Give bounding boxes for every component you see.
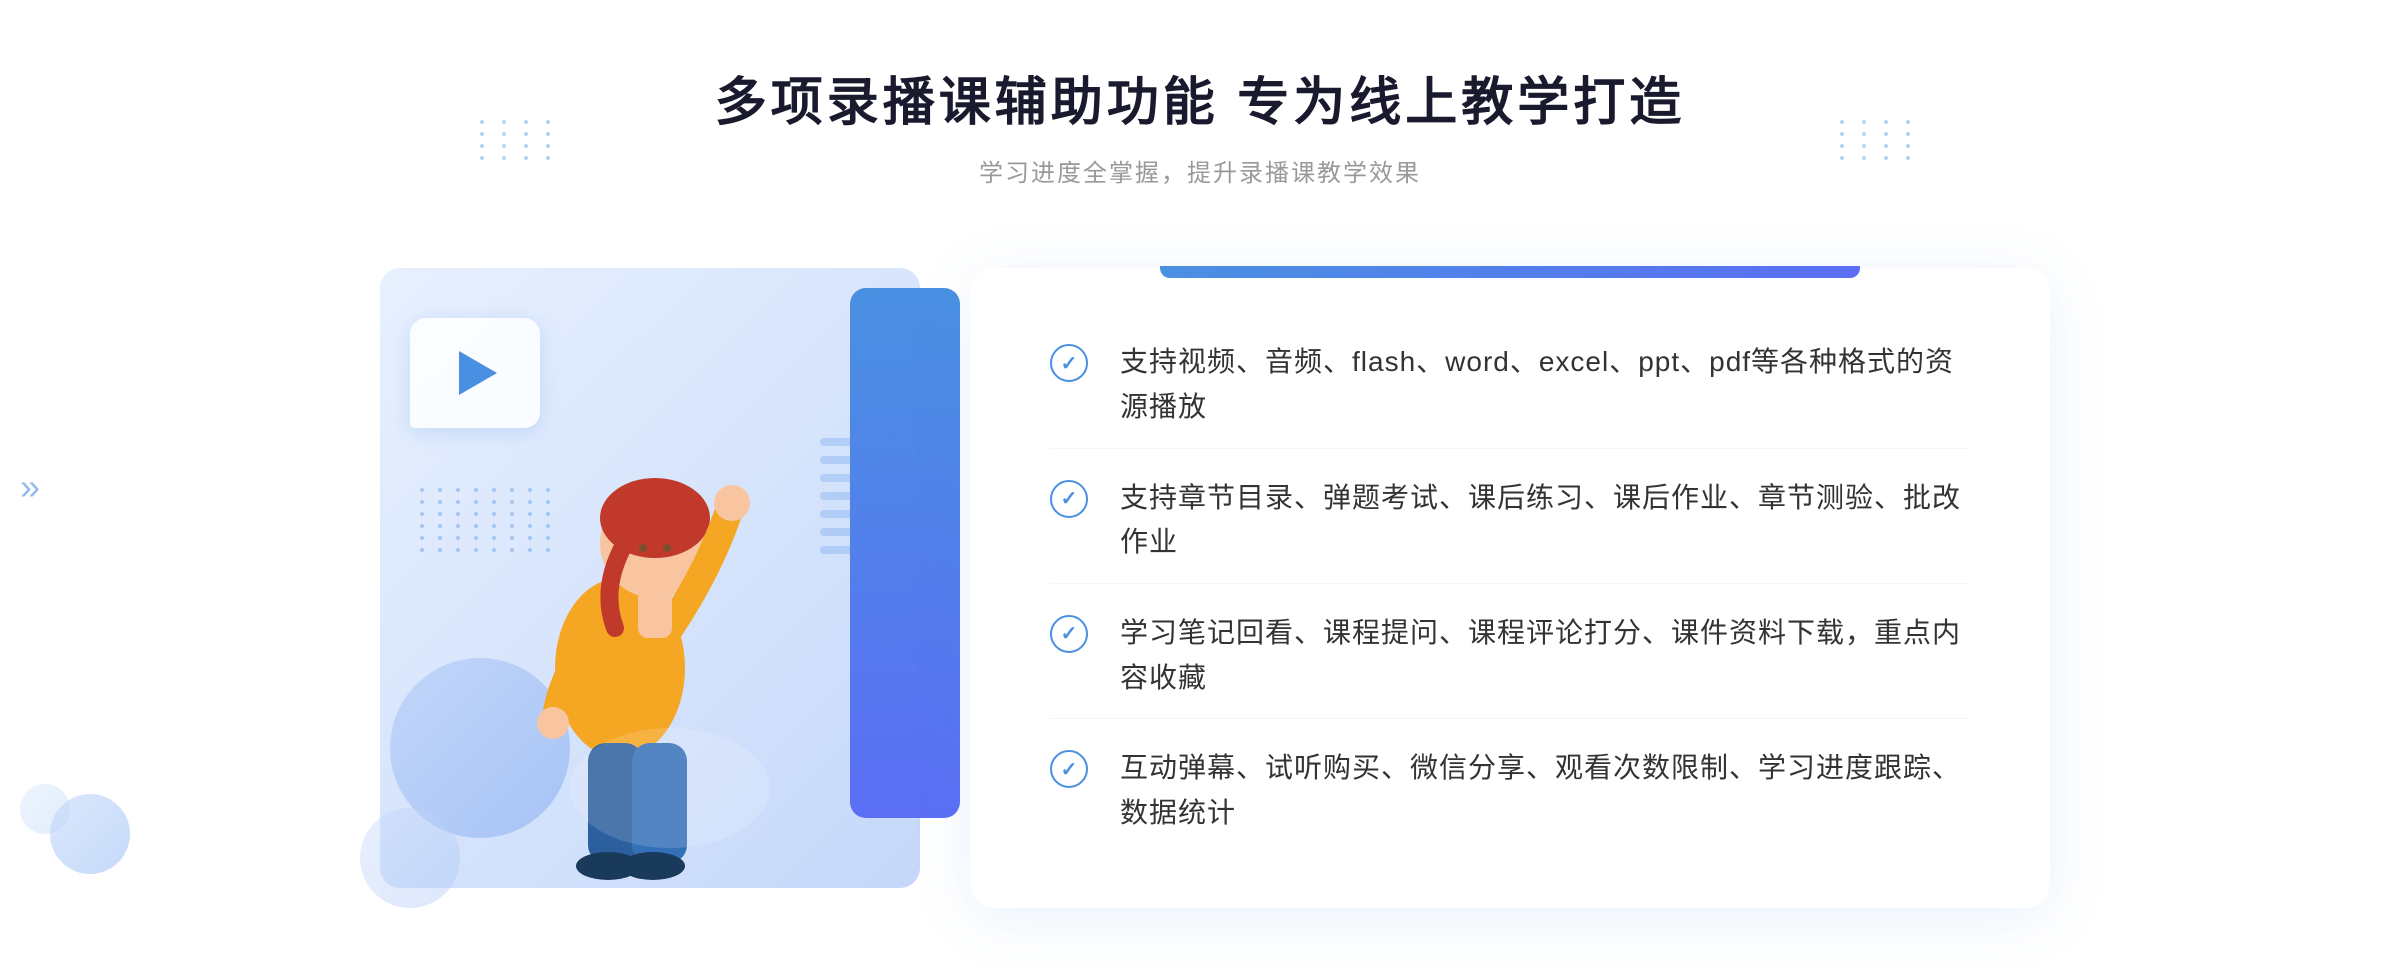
sub-title: 学习进度全掌握，提升录播课教学效果 [715, 153, 1685, 188]
feature-item-3: ✓ 学习笔记回看、课程提问、课程评论打分、课件资料下载，重点内容收藏 [1050, 593, 1970, 720]
checkmark-2: ✓ [1061, 486, 1078, 511]
dots-right-decoration [1840, 120, 1920, 200]
dots-left-decoration [480, 120, 560, 200]
blue-panel [850, 288, 960, 818]
check-icon-3: ✓ [1050, 615, 1090, 655]
main-title: 多项录播课辅助功能 专为线上教学打造 [715, 60, 1685, 135]
small-circle-decoration [360, 808, 460, 908]
feature-text-3: 学习笔记回看、课程提问、课程评论打分、课件资料下载，重点内容收藏 [1120, 611, 1970, 701]
bottom-circle-small [20, 784, 70, 834]
feature-text-1: 支持视频、音频、flash、word、excel、ppt、pdf等各种格式的资源… [1120, 340, 1970, 430]
feature-item-2: ✓ 支持章节目录、弹题考试、课后练习、课后作业、章节测验、批改作业 [1050, 458, 1970, 585]
check-icon-1: ✓ [1050, 344, 1090, 384]
feature-item-4: ✓ 互动弹幕、试听购买、微信分享、观看次数限制、学习进度跟踪、数据统计 [1050, 728, 1970, 854]
checkmark-3: ✓ [1061, 621, 1078, 646]
check-icon-4: ✓ [1050, 750, 1090, 790]
illustration-area [350, 238, 950, 938]
content-area: ✓ 支持视频、音频、flash、word、excel、ppt、pdf等各种格式的… [350, 238, 2050, 938]
page-container: 多项录播课辅助功能 专为线上教学打造 学习进度全掌握，提升录播课教学效果 [0, 0, 2400, 974]
feature-item-1: ✓ 支持视频、音频、flash、word、excel、ppt、pdf等各种格式的… [1050, 322, 1970, 449]
feature-text-2: 支持章节目录、弹题考试、课后练习、课后作业、章节测验、批改作业 [1120, 476, 1970, 566]
check-icon-2: ✓ [1050, 480, 1090, 520]
header-section: 多项录播课辅助功能 专为线上教学打造 学习进度全掌握，提升录播课教学效果 [715, 60, 1685, 188]
checkmark-4: ✓ [1061, 757, 1078, 782]
checkmark-1: ✓ [1061, 351, 1078, 376]
features-panel: ✓ 支持视频、音频、flash、word、excel、ppt、pdf等各种格式的… [970, 268, 2050, 908]
left-arrow-decoration: » [20, 469, 40, 505]
chevron-icon: » [20, 469, 40, 505]
feature-text-4: 互动弹幕、试听购买、微信分享、观看次数限制、学习进度跟踪、数据统计 [1120, 746, 1970, 836]
features-panel-top-bar [1160, 266, 1860, 278]
person-illustration [470, 388, 770, 908]
